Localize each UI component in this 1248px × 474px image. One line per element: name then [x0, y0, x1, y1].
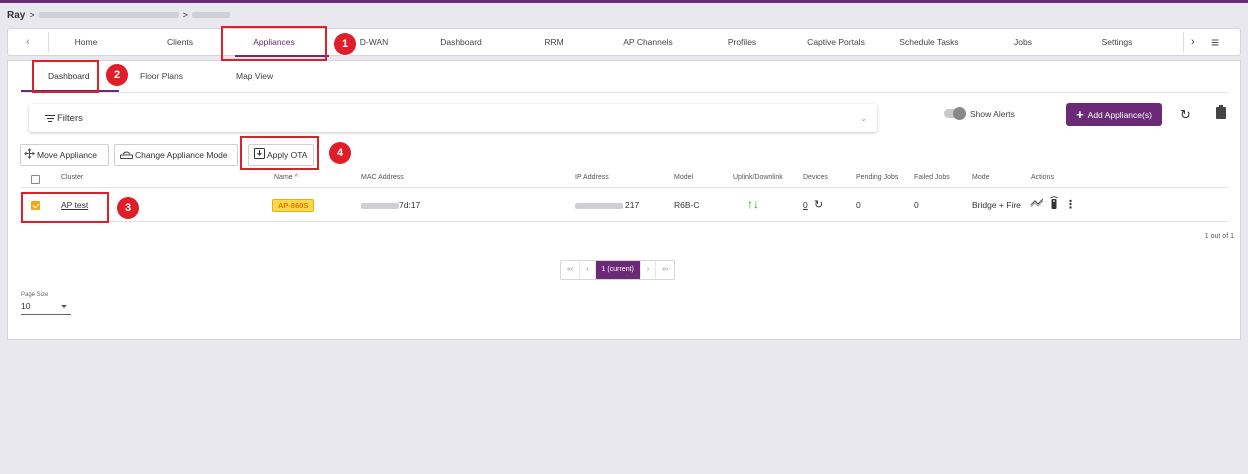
subtab-divider	[21, 92, 1229, 93]
filters-panel[interactable]: Filters ⌄	[29, 104, 877, 132]
result-count: 1 out of 1	[1204, 233, 1234, 240]
pending-jobs: 0	[856, 200, 861, 210]
refresh-devices-icon[interactable]: ↻	[814, 198, 823, 211]
annotation-badge-4: 4	[329, 142, 351, 164]
nav-tab-dashboard[interactable]: Dashboard	[440, 29, 482, 55]
select-all-checkbox[interactable]	[31, 175, 40, 184]
main-nav: ‹ Home Clients Appliances D-WAN Dashboar…	[7, 28, 1241, 57]
nav-tab-captive-portals[interactable]: Captive Portals	[807, 29, 865, 55]
subtab-floor-plans[interactable]: Floor Plans	[140, 71, 183, 81]
column-header-failed-jobs[interactable]: Failed Jobs	[914, 174, 950, 181]
filters-label: Filters	[57, 113, 83, 124]
change-appliance-mode-label: Change Appliance Mode	[135, 150, 228, 160]
devices-count-link[interactable]: 0	[803, 200, 808, 210]
mac-address: 7d:17	[399, 200, 421, 210]
plus-icon: +	[1076, 107, 1084, 122]
page-size-select[interactable]: 10	[21, 301, 71, 315]
move-appliance-button[interactable]: Move Appliance	[20, 144, 109, 166]
highlight-box-apply-ota	[240, 136, 319, 170]
column-header-pending-jobs[interactable]: Pending Jobs	[856, 174, 898, 181]
subtab-map-view[interactable]: Map View	[236, 71, 273, 81]
breadcrumb-redacted-segment[interactable]	[191, 12, 230, 18]
mode: Bridge + Fire	[972, 200, 1021, 210]
show-alerts-label: Show Alerts	[970, 109, 1015, 119]
top-accent-bar	[0, 0, 1248, 3]
nav-tab-clients[interactable]: Clients	[167, 29, 193, 55]
move-appliance-label: Move Appliance	[37, 150, 98, 160]
page-size-label: Page Size	[21, 292, 49, 298]
nav-tab-jobs[interactable]: Jobs	[1014, 29, 1032, 55]
nav-tab-home[interactable]: Home	[75, 29, 98, 55]
chevron-down-icon: ⌄	[860, 114, 867, 123]
pagination-next[interactable]: ›	[641, 261, 657, 279]
column-header-uplink[interactable]: Uplink/Downlink	[733, 174, 783, 181]
ip-address: 217	[625, 200, 640, 210]
remote-control-icon[interactable]	[1050, 196, 1058, 212]
pagination-current[interactable]: 1 (current)	[595, 261, 641, 279]
caret-down-icon	[61, 305, 67, 308]
highlight-box-appliances	[221, 26, 327, 61]
ip-redacted	[575, 203, 623, 209]
pagination-last[interactable]: »›	[656, 261, 674, 279]
clipboard-icon[interactable]	[1216, 105, 1226, 119]
appliances-panel: Dashboard Floor Plans Map View Filters ⌄…	[7, 60, 1241, 340]
nav-tab-settings[interactable]: Settings	[1102, 29, 1133, 55]
more-options-icon[interactable]: ⋮	[1065, 198, 1076, 211]
refresh-icon[interactable]: ↻	[1180, 107, 1191, 123]
nav-next-icon[interactable]: ›	[1191, 29, 1195, 55]
router-icon	[120, 146, 133, 166]
table-header: Cluster Name ^ MAC Address IP Address Mo…	[8, 174, 1240, 186]
column-header-model[interactable]: Model	[674, 174, 693, 181]
column-header-name[interactable]: Name ^	[274, 174, 298, 181]
page-size-value: 10	[21, 301, 31, 311]
column-header-actions: Actions	[1031, 174, 1054, 181]
mac-redacted	[361, 203, 399, 209]
breadcrumb: Ray > >	[7, 8, 230, 22]
filter-icon	[45, 115, 55, 124]
column-header-cluster[interactable]: Cluster	[61, 174, 83, 181]
failed-jobs: 0	[914, 200, 919, 210]
nav-prev-icon[interactable]: ‹	[26, 29, 30, 55]
show-alerts-toggle[interactable]	[944, 107, 966, 120]
nav-divider	[1183, 32, 1184, 52]
add-appliance-button[interactable]: + Add Appliance(s)	[1066, 103, 1162, 126]
nav-tab-ap-channels[interactable]: AP Channels	[623, 29, 672, 55]
column-header-mode[interactable]: Mode	[972, 174, 990, 181]
nav-divider	[48, 32, 49, 52]
add-appliance-label: Add Appliance(s)	[1087, 110, 1152, 120]
column-header-devices[interactable]: Devices	[803, 174, 828, 181]
signal-trend-icon[interactable]	[1030, 198, 1044, 210]
nav-tab-profiles[interactable]: Profiles	[728, 29, 756, 55]
table-row[interactable]: AP test AP-860S 7d:17 217 R6B-C ↑↓ 0 ↻ 0…	[8, 193, 1240, 219]
nav-tab-rrm[interactable]: RRM	[544, 29, 563, 55]
highlight-box-dashboard	[32, 60, 99, 93]
uplink-downlink-icon: ↑↓	[747, 197, 759, 211]
table-row-divider	[21, 221, 1229, 222]
annotation-badge-3: 3	[117, 197, 139, 219]
nav-tab-schedule-tasks[interactable]: Schedule Tasks	[899, 29, 958, 55]
menu-icon[interactable]: ≡	[1211, 29, 1219, 55]
annotation-badge-1: 1	[334, 33, 356, 55]
breadcrumb-redacted-segment[interactable]	[38, 12, 179, 18]
highlight-box-cluster-row	[21, 192, 109, 223]
move-arrows-icon	[24, 146, 35, 166]
appliance-name-badge[interactable]: AP-860S	[272, 199, 315, 212]
breadcrumb-separator: >	[29, 10, 35, 20]
pagination: «‹ ‹ 1 (current) › »›	[560, 260, 676, 280]
change-appliance-mode-button[interactable]: Change Appliance Mode	[114, 144, 238, 166]
nav-tab-sdwan[interactable]: D-WAN	[360, 29, 388, 55]
annotation-badge-2: 2	[106, 64, 128, 86]
model: R6B-C	[674, 200, 700, 210]
breadcrumb-root[interactable]: Ray	[7, 10, 25, 21]
pagination-first[interactable]: «‹	[561, 261, 581, 279]
breadcrumb-separator: >	[182, 10, 188, 20]
table-header-divider	[21, 187, 1229, 188]
column-header-mac[interactable]: MAC Address	[361, 174, 404, 181]
pagination-prev[interactable]: ‹	[580, 261, 596, 279]
column-header-ip[interactable]: IP Address	[575, 174, 609, 181]
